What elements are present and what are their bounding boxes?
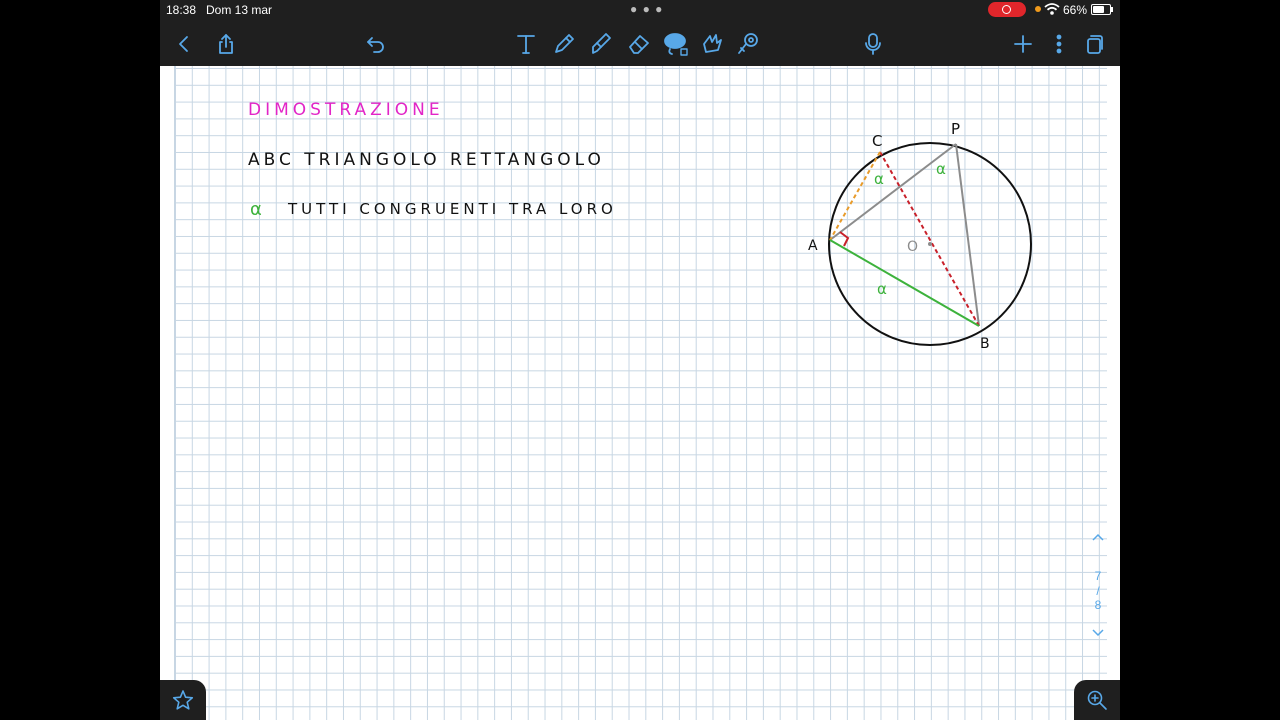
device-screen: 18:38 Dom 13 mar ● ● ● 66% DIMOSTRAZIONE… bbox=[160, 0, 1120, 720]
center-point bbox=[928, 242, 932, 246]
microphone-icon[interactable] bbox=[857, 22, 889, 66]
pages-icon[interactable] bbox=[1078, 22, 1110, 66]
label-p: P bbox=[951, 120, 960, 138]
angle-alpha-c: α bbox=[874, 170, 884, 188]
highlighter-icon[interactable] bbox=[586, 22, 618, 66]
label-b: B bbox=[980, 336, 990, 352]
note-line-1: ABC TRIANGOLO RETTANGOLO bbox=[248, 150, 605, 170]
toolbar bbox=[160, 22, 1120, 66]
note-alpha-symbol: α bbox=[250, 199, 262, 220]
note-title: DIMOSTRAZIONE bbox=[248, 100, 444, 120]
status-bar: 18:38 Dom 13 mar ● ● ● 66% bbox=[160, 0, 1120, 20]
star-icon bbox=[172, 690, 194, 710]
battery-percentage: 66% bbox=[1063, 3, 1088, 17]
shapes-icon[interactable] bbox=[696, 22, 728, 66]
segment-ca bbox=[829, 151, 881, 241]
multitasking-dots-icon[interactable]: ● ● ● bbox=[630, 2, 663, 16]
segment-ap bbox=[829, 143, 957, 241]
page-indicator: 7 / 8 bbox=[1080, 532, 1116, 647]
label-a: A bbox=[808, 238, 818, 254]
laser-pointer-icon[interactable] bbox=[732, 22, 764, 66]
more-options-icon[interactable] bbox=[1043, 22, 1075, 66]
segment-cb bbox=[879, 151, 980, 327]
segment-pb bbox=[955, 143, 980, 327]
battery-icon bbox=[1091, 4, 1113, 15]
add-page-icon[interactable] bbox=[1007, 22, 1039, 66]
share-icon[interactable] bbox=[210, 22, 242, 66]
pen-tool-icon[interactable] bbox=[548, 22, 580, 66]
angle-alpha-ab: α bbox=[877, 280, 887, 298]
back-icon[interactable] bbox=[168, 22, 200, 66]
zoom-icon bbox=[1087, 690, 1107, 710]
screen-recording-icon bbox=[988, 2, 1026, 17]
zoom-button[interactable] bbox=[1074, 680, 1120, 720]
label-c: C bbox=[872, 132, 882, 150]
undo-icon[interactable] bbox=[360, 22, 392, 66]
mic-in-use-indicator-icon bbox=[1035, 6, 1041, 12]
segment-ab bbox=[829, 239, 980, 327]
note-page[interactable]: DIMOSTRAZIONE ABC TRIANGOLO RETTANGOLO α… bbox=[160, 66, 1120, 720]
note-line-2: TUTTI CONGRUENTI TRA LORO bbox=[288, 200, 617, 218]
right-angle-mark bbox=[839, 231, 850, 247]
geometry-figure: C P A B O α α α bbox=[808, 120, 1032, 352]
lasso-icon[interactable] bbox=[660, 22, 692, 66]
text-tool-icon[interactable] bbox=[510, 22, 542, 66]
eraser-icon[interactable] bbox=[623, 22, 655, 66]
wifi-icon bbox=[1044, 3, 1060, 15]
status-date: Dom 13 mar bbox=[206, 3, 273, 17]
current-page: 7 bbox=[1094, 569, 1102, 583]
total-pages: 8 bbox=[1094, 598, 1102, 612]
favorite-button[interactable] bbox=[160, 680, 206, 720]
chevron-up-icon[interactable] bbox=[1091, 532, 1105, 542]
label-o: O bbox=[907, 239, 918, 255]
angle-alpha-p: α bbox=[936, 160, 946, 178]
page-separator: / bbox=[1096, 584, 1100, 598]
status-time: 18:38 bbox=[166, 3, 197, 17]
chevron-down-icon[interactable] bbox=[1091, 628, 1105, 638]
